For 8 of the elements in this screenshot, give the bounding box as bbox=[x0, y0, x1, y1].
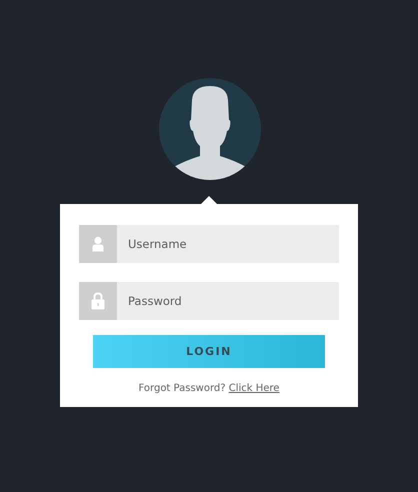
input-field[interactable]: Password bbox=[117, 282, 339, 320]
click-here-link[interactable]: Click Here bbox=[228, 383, 280, 394]
login-button[interactable]: LOGIN bbox=[93, 335, 325, 368]
user-icon bbox=[79, 225, 117, 263]
lock-icon bbox=[79, 282, 117, 320]
avatar-icon bbox=[158, 78, 260, 180]
input-field[interactable]: Username bbox=[117, 225, 339, 263]
forgot-password-text: Forgot Password? Click Here bbox=[138, 383, 280, 394]
